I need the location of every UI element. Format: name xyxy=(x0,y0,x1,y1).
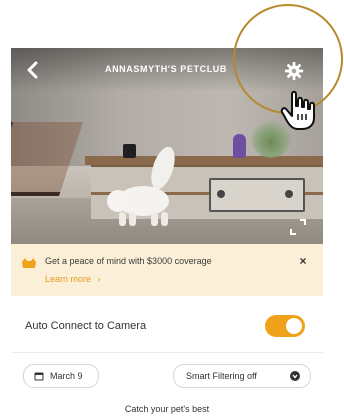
pet-icon xyxy=(22,258,36,268)
section-divider xyxy=(11,352,323,353)
auto-connect-toggle[interactable] xyxy=(265,315,305,337)
hand-cursor-icon xyxy=(280,90,315,130)
smart-filter-label: Smart Filtering off xyxy=(186,371,257,381)
feed-camera-device xyxy=(123,144,136,158)
smart-filter-button[interactable]: Smart Filtering off xyxy=(173,364,311,388)
calendar-icon xyxy=(34,372,44,381)
auto-connect-label: Auto Connect to Camera xyxy=(25,320,147,332)
feed-stereo xyxy=(209,178,305,212)
feed-cat xyxy=(107,143,180,226)
bottom-caption: Catch your pet's best xyxy=(124,404,210,414)
chevron-down-icon xyxy=(290,371,300,381)
feed-vase xyxy=(233,134,246,158)
learn-more-label: Learn more xyxy=(45,274,92,284)
toggle-knob xyxy=(286,318,302,334)
insurance-promo-banner: Get a peace of mind with $3000 coverage … xyxy=(11,244,323,296)
auto-connect-row: Auto Connect to Camera xyxy=(11,306,323,346)
chevron-right-icon: › xyxy=(97,274,101,284)
feed-shelf-top xyxy=(85,156,323,165)
learn-more-link[interactable]: Learn more › xyxy=(45,274,101,284)
close-promo-button[interactable]: × xyxy=(296,254,310,268)
back-button[interactable] xyxy=(21,58,45,82)
camera-title: ANNASMYTH'S PETCLUB xyxy=(104,64,228,74)
fullscreen-button[interactable] xyxy=(289,218,307,236)
chevron-left-icon xyxy=(27,61,38,79)
promo-text: Get a peace of mind with $3000 coverage xyxy=(45,256,212,266)
date-label: March 9 xyxy=(50,371,83,381)
date-picker-button[interactable]: March 9 xyxy=(23,364,99,388)
expand-icon xyxy=(290,219,306,235)
